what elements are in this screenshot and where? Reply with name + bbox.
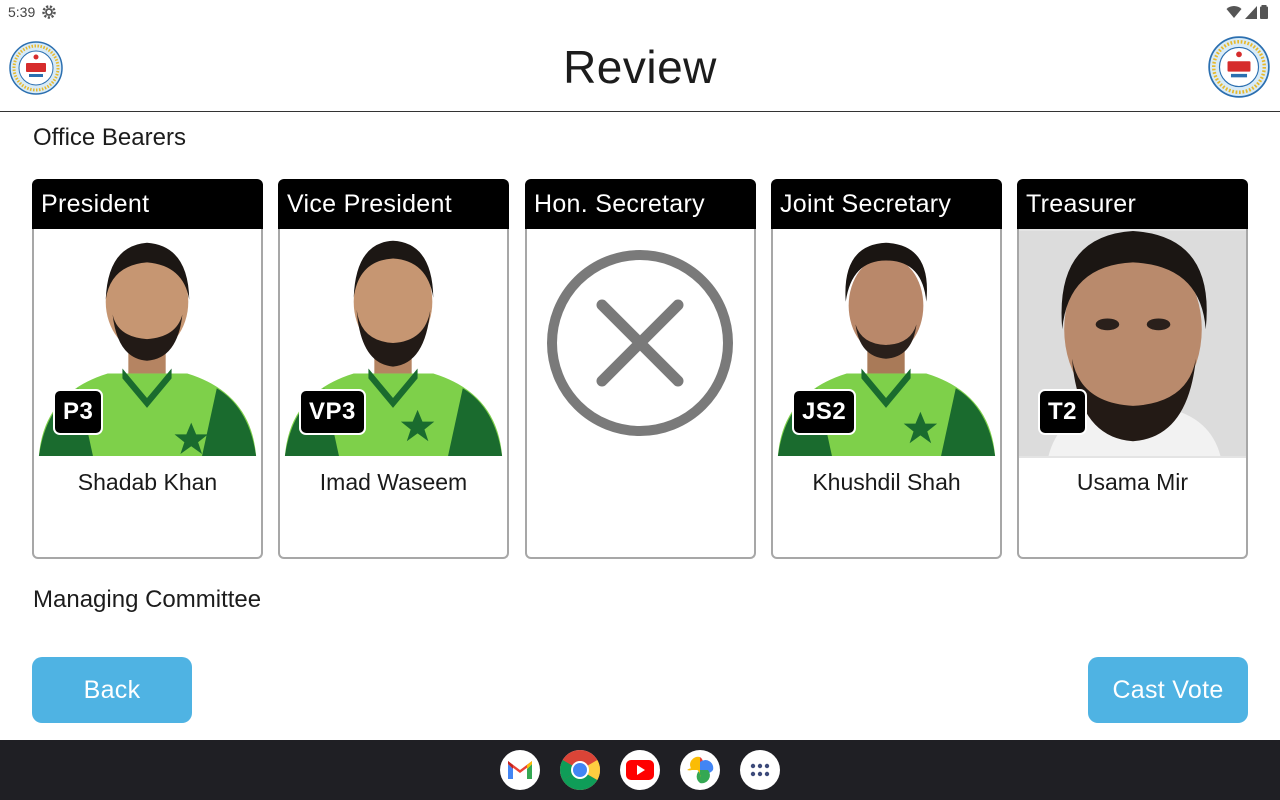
- candidate-code-badge: VP3: [299, 389, 366, 435]
- taskbar: [0, 740, 1280, 800]
- status-indicators: [1226, 4, 1268, 20]
- candidate-code-badge: P3: [53, 389, 104, 435]
- app-drawer-icon[interactable]: [740, 750, 780, 790]
- no-selection-x-icon: [547, 250, 733, 436]
- position-label: Joint Secretary: [771, 179, 1002, 229]
- wifi-icon: [1226, 6, 1242, 19]
- candidate-name: Usama Mir: [1076, 469, 1189, 495]
- chrome-icon[interactable]: [560, 750, 600, 790]
- candidate-card-body[interactable]: VP3 Imad Waseem: [278, 229, 509, 559]
- page-title: Review: [563, 41, 717, 93]
- association-logo-icon: [1208, 36, 1270, 98]
- office-bearers-heading: Office Bearers: [33, 124, 186, 151]
- candidate-name: Khushdil Shah: [812, 469, 961, 495]
- candidate-card-president[interactable]: President P3 Shadab Khan: [32, 179, 263, 559]
- settings-gear-icon: [42, 5, 56, 19]
- candidate-name: Imad Waseem: [319, 469, 468, 495]
- candidate-card-body[interactable]: JS2 Khushdil Shah: [771, 229, 1002, 559]
- candidate-card-hon-secretary[interactable]: Hon. Secretary: [525, 179, 756, 559]
- position-label: Vice President: [278, 179, 509, 229]
- candidate-code-badge: T2: [1038, 389, 1088, 435]
- signal-icon: [1245, 5, 1257, 19]
- photos-icon[interactable]: [680, 750, 720, 790]
- candidate-code-badge: JS2: [792, 389, 857, 435]
- back-button[interactable]: Back: [32, 657, 192, 723]
- managing-committee-heading: Managing Committee: [33, 586, 262, 613]
- status-bar: 5:39: [0, 0, 1280, 24]
- candidate-card-body[interactable]: [525, 229, 756, 559]
- position-label: President: [32, 179, 263, 229]
- candidate-card-body[interactable]: T2 Usama Mir: [1017, 229, 1248, 559]
- candidate-card-treasurer[interactable]: Treasurer T2 Usama Mir: [1017, 179, 1248, 559]
- candidate-card-vice-president[interactable]: Vice President VP3 Imad Waseem: [278, 179, 509, 559]
- cast-vote-button[interactable]: Cast Vote: [1088, 657, 1248, 723]
- status-time: 5:39: [8, 4, 36, 20]
- youtube-icon[interactable]: [620, 750, 660, 790]
- candidate-card-joint-secretary[interactable]: Joint Secretary JS2 Khushdil Shah: [771, 179, 1002, 559]
- candidate-name: Shadab Khan: [77, 469, 218, 495]
- position-label: Treasurer: [1017, 179, 1248, 229]
- gmail-icon[interactable]: [500, 750, 540, 790]
- candidate-card-body[interactable]: P3 Shadab Khan: [32, 229, 263, 559]
- position-label: Hon. Secretary: [525, 179, 756, 229]
- app-header: Review: [0, 24, 1280, 112]
- battery-icon: [1260, 5, 1268, 19]
